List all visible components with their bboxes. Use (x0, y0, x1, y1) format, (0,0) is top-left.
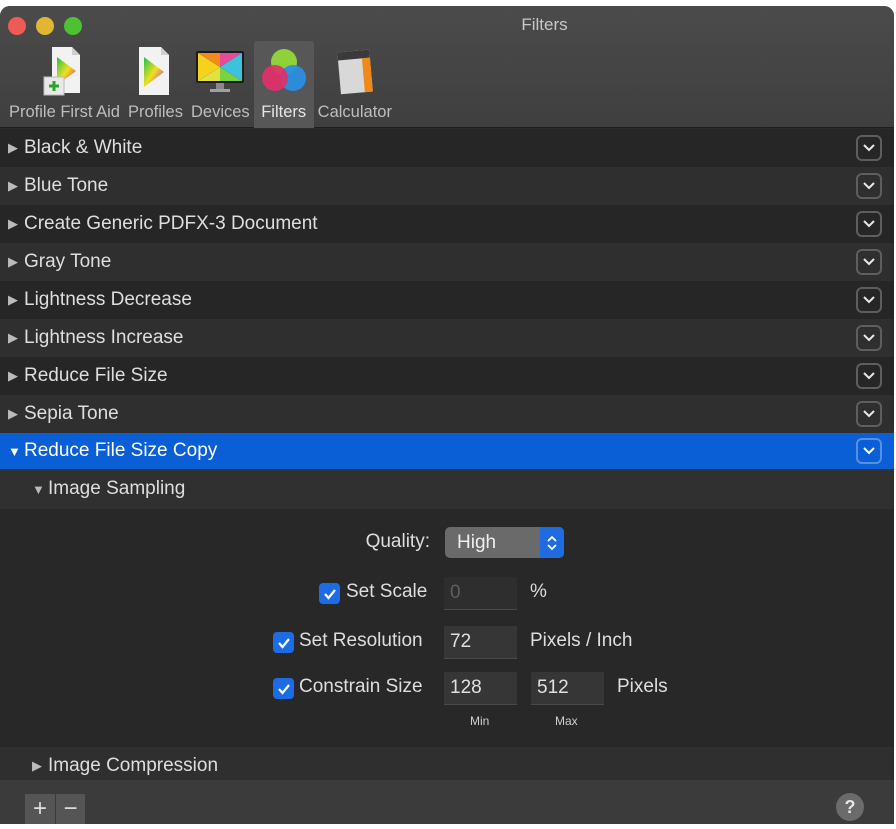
disclosure-triangle[interactable]: ▶ (0, 292, 24, 308)
set-scale-label: Set Scale (346, 581, 428, 602)
max-size-input[interactable]: 512 (531, 672, 604, 705)
chevron-down-icon (863, 258, 875, 266)
devices-icon (194, 45, 246, 97)
disclosure-triangle[interactable]: ▼ (0, 444, 24, 459)
tab-label: Profiles (127, 103, 183, 121)
tab-label: Devices (190, 103, 250, 121)
filter-list: ▶ Black & White ▶ Blue Tone ▶ Create Gen… (0, 129, 894, 785)
filter-row-lightness-increase[interactable]: ▶ Lightness Increase (0, 319, 894, 357)
add-remove-control: + − (25, 794, 85, 824)
tab-calculator[interactable]: Calculator (314, 41, 396, 128)
filter-menu-button[interactable] (856, 438, 882, 464)
chevron-down-icon (863, 447, 875, 455)
filter-menu-button[interactable] (856, 135, 882, 161)
checkmark-icon (277, 683, 290, 695)
filter-row-black-white[interactable]: ▶ Black & White (0, 129, 894, 167)
chevron-down-icon (863, 334, 875, 342)
tab-devices[interactable]: Devices (187, 41, 254, 128)
chevron-down-icon (863, 220, 875, 228)
disclosure-triangle[interactable]: ▼ (32, 482, 48, 497)
disclosure-triangle[interactable]: ▶ (0, 216, 24, 232)
disclosure-triangle[interactable]: ▶ (32, 758, 48, 774)
filter-row-reduce-file-size[interactable]: ▶ Reduce File Size (0, 357, 894, 395)
quality-label: Quality: (365, 531, 430, 552)
scale-unit: % (530, 581, 547, 602)
filters-window: Filters Profile First Aid Profiles Devic… (0, 6, 894, 824)
set-resolution-label: Set Resolution (299, 630, 423, 651)
tab-profiles[interactable]: Profiles (124, 41, 187, 128)
section-title: Image Compression (48, 755, 219, 776)
filter-menu-button[interactable] (856, 363, 882, 389)
size-unit: Pixels (617, 676, 668, 697)
profile-first-aid-icon (38, 45, 90, 97)
filter-label: Sepia Tone (24, 403, 119, 424)
filter-row-gray-tone[interactable]: ▶ Gray Tone (0, 243, 894, 281)
add-filter-button[interactable]: + (25, 794, 55, 824)
filter-menu-button[interactable] (856, 249, 882, 275)
max-label: Max (555, 714, 578, 728)
filter-menu-button[interactable] (856, 325, 882, 351)
filter-menu-button[interactable] (856, 173, 882, 199)
filter-row-lightness-decrease[interactable]: ▶ Lightness Decrease (0, 281, 894, 319)
quality-value: High (457, 531, 497, 553)
profiles-icon (129, 45, 181, 97)
window-title: Filters (521, 15, 568, 34)
filter-menu-button[interactable] (856, 287, 882, 313)
filter-label: Create Generic PDFX-3 Document (24, 213, 318, 234)
filter-row-sepia-tone[interactable]: ▶ Sepia Tone (0, 395, 894, 433)
checkmark-icon (277, 637, 290, 649)
tab-label: Profile First Aid (9, 103, 120, 121)
image-sampling-panel: Quality: High Set Scale 0 % Set Resoluti… (0, 509, 894, 747)
filter-label: Lightness Increase (24, 327, 184, 348)
disclosure-triangle[interactable]: ▶ (0, 330, 24, 346)
filters-icon (258, 45, 310, 97)
filter-label: Lightness Decrease (24, 289, 192, 310)
chevron-down-icon (863, 372, 875, 380)
chevron-down-icon (863, 182, 875, 190)
calculator-icon (329, 45, 381, 97)
min-label: Min (470, 714, 490, 728)
disclosure-triangle[interactable]: ▶ (0, 406, 24, 422)
resolution-input[interactable]: 72 (444, 626, 517, 659)
quality-select[interactable]: High (445, 527, 564, 558)
title-bar: Filters Profile First Aid Profiles Devic… (0, 6, 894, 128)
tab-label: Filters (261, 103, 307, 121)
disclosure-triangle[interactable]: ▶ (0, 254, 24, 270)
disclosure-triangle[interactable]: ▶ (0, 140, 24, 156)
help-button[interactable]: ? (836, 793, 864, 821)
filter-row-blue-tone[interactable]: ▶ Blue Tone (0, 167, 894, 205)
filter-label: Gray Tone (24, 251, 112, 272)
chevron-down-icon (863, 144, 875, 152)
scale-input[interactable]: 0 (444, 577, 517, 610)
tab-profile-first-aid[interactable]: Profile First Aid (5, 41, 124, 128)
filter-label: Blue Tone (24, 175, 109, 196)
constrain-size-label: Constrain Size (299, 676, 423, 697)
resolution-unit: Pixels / Inch (530, 630, 633, 651)
filter-row-pdfx3[interactable]: ▶ Create Generic PDFX-3 Document (0, 205, 894, 243)
bottom-bar: + − ? (0, 779, 894, 824)
tab-filters[interactable]: Filters (253, 41, 314, 128)
remove-filter-button[interactable]: − (55, 794, 85, 824)
toolbar: Profile First Aid Profiles Devices Filte… (5, 41, 396, 128)
set-scale-checkbox[interactable] (319, 583, 340, 604)
chevron-down-icon (863, 410, 875, 418)
checkmark-icon (323, 588, 336, 600)
chevron-down-icon (863, 296, 875, 304)
stepper-arrows-icon (540, 527, 564, 558)
section-image-sampling[interactable]: ▼ Image Sampling (0, 469, 894, 509)
min-size-input[interactable]: 128 (444, 672, 517, 705)
filter-label: Reduce File Size Copy (24, 440, 218, 461)
filter-menu-button[interactable] (856, 401, 882, 427)
filter-row-reduce-file-size-copy[interactable]: ▼ Reduce File Size Copy (0, 433, 894, 469)
filter-menu-button[interactable] (856, 211, 882, 237)
filter-label: Black & White (24, 137, 143, 158)
section-title: Image Sampling (48, 478, 186, 499)
tab-label: Calculator (317, 103, 392, 121)
disclosure-triangle[interactable]: ▶ (0, 178, 24, 194)
filter-label: Reduce File Size (24, 365, 168, 386)
disclosure-triangle[interactable]: ▶ (0, 368, 24, 384)
set-resolution-checkbox[interactable] (273, 632, 294, 653)
constrain-size-checkbox[interactable] (273, 678, 294, 699)
